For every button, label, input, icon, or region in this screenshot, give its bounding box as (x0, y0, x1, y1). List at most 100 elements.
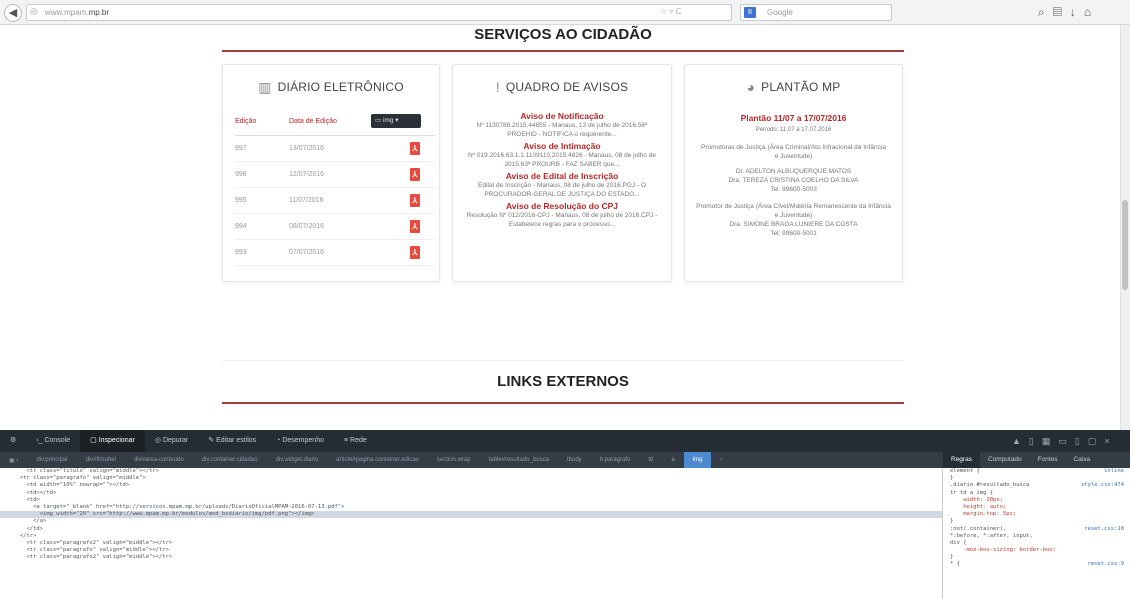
edicao-cell: 996 (235, 161, 289, 188)
breadcrumb-item[interactable]: article#pagina.container.edicao (327, 457, 428, 463)
toolbar-icons[interactable]: ⌕▤↓⌂ (1038, 5, 1099, 20)
col-edicao: Edição (235, 109, 289, 136)
tab-network[interactable]: ≡ Rede (334, 430, 377, 452)
split-console-icon[interactable]: ▭ (1058, 436, 1075, 446)
breadcrumb-item[interactable]: tr.paragrafo (591, 457, 640, 463)
breadcrumb-item[interactable]: div#area-conteudo (125, 457, 193, 463)
screenshot-icon[interactable]: ▦ (1042, 436, 1059, 446)
markup-view[interactable]: <tr class="titulo" valign="middle"></tr>… (0, 468, 943, 599)
section-title-links: LINKS EXTERNOS (497, 373, 629, 390)
search-bar[interactable]: Google (740, 4, 892, 21)
tab-debugger[interactable]: ◎ Depurar (145, 430, 198, 452)
inspector-tooltip: ▭ img ▾ (371, 114, 421, 128)
edicao-cell: 997 (235, 135, 289, 162)
pdf-icon[interactable]: ⅄ (409, 141, 420, 155)
diario-card-header: ▥ DIÁRIO ELETRÔNICO (223, 65, 439, 109)
breadcrumb-back-icon[interactable]: ▣ ‹ (0, 457, 27, 464)
rule-source-link[interactable]: reset.css:9 (1088, 561, 1124, 568)
tab-fonts[interactable]: Fontes (1030, 452, 1066, 468)
tab-box[interactable]: Caixa (1065, 452, 1098, 468)
aviso-title-link[interactable]: Aviso de Intimação (453, 141, 671, 151)
back-button[interactable]: ◀ (4, 4, 22, 22)
pdf-icon[interactable]: ⅄ (409, 245, 420, 259)
markup-line[interactable]: <a target="_blank" href="http://servicos… (0, 504, 942, 511)
markup-line[interactable]: <tr class="paragrafo2" valign="middle"><… (0, 540, 942, 547)
tab-rules[interactable]: Regras (943, 452, 980, 468)
tab-console[interactable]: ›_ Console (26, 430, 80, 452)
pdf-icon[interactable]: ⅄ (409, 219, 420, 233)
edicao-cell: 995 (235, 187, 289, 214)
breadcrumb-item[interactable]: tbody (558, 457, 591, 463)
section-title-servicos: SERVIÇOS AO CIDADÃO (474, 26, 652, 43)
pencil-icon: ✎ (208, 437, 217, 444)
avisos-card: ! QUADRO DE AVISOS Aviso de Notificação N… (452, 64, 672, 282)
rule-property[interactable]: margin-top: 5px; (944, 511, 1130, 518)
pick-element-icon[interactable]: ▲ (1012, 436, 1029, 446)
devtools-tabbar: ⚙ ›_ Console ▢ Inspecionar ◎ Depurar ✎ E… (0, 430, 1130, 452)
tab-style-editor[interactable]: ✎ Editar estilos (198, 430, 266, 452)
dock-icon[interactable]: ▯ (1075, 436, 1088, 446)
reload-icon[interactable]: ☆ ▿ C (660, 7, 681, 16)
responsive-icon[interactable]: ▯ (1029, 436, 1042, 446)
search-icon[interactable]: ⌕ (1038, 5, 1053, 19)
tab-computed[interactable]: Computado (980, 452, 1030, 468)
scrollbar-thumb[interactable] (1122, 200, 1128, 290)
markup-line[interactable]: <tr class="paragrafo" valign="middle"></… (0, 547, 942, 554)
rule-line: } (950, 518, 954, 525)
markup-line[interactable]: </td> (0, 526, 942, 533)
pdf-icon[interactable]: ⅄ (409, 193, 420, 207)
rule-source-link[interactable]: style.css:474 (1081, 482, 1124, 489)
avisos-card-header: ! QUADRO DE AVISOS (453, 65, 671, 109)
aviso-title-link[interactable]: Aviso de Resolução do CPJ (453, 201, 671, 211)
download-icon[interactable]: ↓ (1070, 5, 1084, 19)
url-prefix: www. (45, 8, 65, 17)
home-icon[interactable]: ⌂ (1084, 5, 1099, 19)
markup-line[interactable]: <td></td> (0, 490, 942, 497)
devtools-toolbox-controls[interactable]: ▲▯▦▭▯▢× (1012, 430, 1118, 452)
bookmarks-icon[interactable]: ▤ (1053, 5, 1070, 19)
plantao-names: Dra. SIMONE BRAGA LUNIERE DA COSTA (729, 221, 858, 228)
breadcrumb-item[interactable]: div.container.cidadao (193, 457, 267, 463)
rule-line: div { (950, 539, 967, 546)
tab-performance[interactable]: ◔ Desempenho (266, 430, 334, 452)
breadcrumb-item-selected[interactable]: img (683, 452, 712, 468)
markup-line[interactable]: <td width="10%" nowrap=""></td> (0, 482, 942, 489)
site-identity-icon[interactable]: ◎ (30, 6, 38, 17)
rule-property[interactable]: height: auto; (944, 504, 1130, 511)
diario-table: Edição Data de Edição 997 13/07/2016 ⅄ 996 1… (235, 109, 435, 266)
breadcrumb-item[interactable]: div#frisuhel (77, 457, 125, 463)
tab-inspector[interactable]: ▢ Inspecionar (80, 430, 145, 452)
exclamation-icon: ! (495, 79, 500, 95)
pdf-icon[interactable]: ⅄ (409, 167, 420, 181)
address-bar[interactable]: www.mpam.mp.br (26, 4, 732, 21)
rule-source-link[interactable]: inline (1104, 468, 1124, 475)
breadcrumb-item[interactable]: section.wrap (428, 457, 480, 463)
rule-source-link[interactable]: reset.css:10 (1084, 526, 1124, 533)
rule-property[interactable]: width: 20px; (944, 497, 1130, 504)
aviso-title-link[interactable]: Aviso de Edital de Inscrição (453, 171, 671, 181)
markup-line[interactable]: <tr class="paragrafo" valign="middle"> (0, 475, 942, 482)
breadcrumb-item[interactable]: div.widget.diario (267, 457, 328, 463)
table-row: 995 11/07/2016 ⅄ (235, 187, 435, 214)
rules-view[interactable]: element {inline } .diario #resultado_bus… (944, 468, 1130, 599)
avisos-list: Aviso de Notificação Nº 1130788.2015.448… (453, 111, 671, 229)
rule-property[interactable]: -moz-box-sizing: border-box; (944, 547, 1130, 554)
table-row: 993 07/07/2016 ⅄ (235, 239, 435, 266)
markup-line[interactable]: <tr class="titulo" valign="middle"></tr> (0, 468, 942, 475)
markup-line[interactable]: <tr class="paragrafo2" valign="middle"><… (0, 554, 942, 561)
search-engine-icon[interactable]: 8 (744, 7, 756, 18)
markup-line-selected[interactable]: <img width="20" src="http://www.mpam.mp.… (0, 511, 942, 519)
breadcrumb-item[interactable]: td (639, 457, 662, 463)
aviso-title-link[interactable]: Aviso de Notificação (453, 111, 671, 121)
undock-icon[interactable]: ▢ (1088, 436, 1105, 446)
breadcrumb-item[interactable]: table#resultado_busca (480, 457, 558, 463)
markup-line[interactable]: </a> (0, 518, 942, 525)
breadcrumb-forward-icon[interactable]: › (711, 457, 731, 463)
devtools-gear-icon[interactable]: ⚙ (0, 430, 26, 452)
markup-line[interactable]: </tr> (0, 533, 942, 540)
plantao-heading[interactable]: Plantão 11/07 a 17/07/2016 (685, 113, 902, 123)
close-icon[interactable]: × (1104, 436, 1117, 446)
breadcrumb-item[interactable]: a (662, 457, 683, 463)
markup-line[interactable]: <td> (0, 497, 942, 504)
breadcrumb-item[interactable]: div.principal (27, 457, 76, 463)
